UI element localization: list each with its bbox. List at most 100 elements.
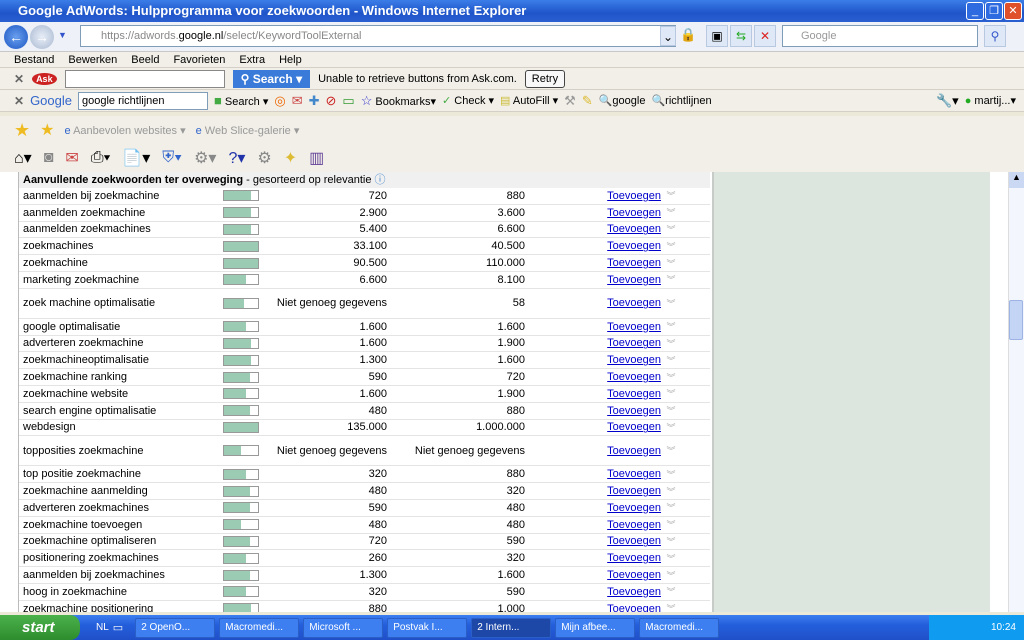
taskbar-item[interactable]: Postvak I... — [387, 617, 468, 638]
close-button[interactable]: ✕ — [1004, 2, 1022, 20]
print-icon[interactable]: ⎙▾ — [91, 149, 111, 167]
add-keyword-link[interactable]: Toevoegen — [525, 405, 661, 417]
taskbar-item[interactable]: Mijn afbee... — [555, 617, 636, 638]
add-keyword-link[interactable]: Toevoegen — [525, 445, 661, 457]
tools-icon[interactable]: ⚒ — [564, 93, 576, 109]
chevron-down-icon[interactable]: ︾ — [661, 468, 681, 481]
chevron-down-icon[interactable]: ︾ — [661, 602, 681, 612]
back-button[interactable]: ← — [4, 25, 28, 49]
add-keyword-link[interactable]: Toevoegen — [525, 321, 661, 333]
start-button[interactable]: start — [0, 615, 80, 640]
chevron-down-icon[interactable]: ︾ — [661, 501, 681, 514]
chevron-down-icon[interactable]: ︾ — [661, 569, 681, 582]
add-keyword-link[interactable]: Toevoegen — [525, 274, 661, 286]
menu-beeld[interactable]: Beeld — [131, 54, 159, 66]
add-keyword-link[interactable]: Toevoegen — [525, 421, 661, 433]
menu-favorieten[interactable]: Favorieten — [173, 54, 225, 66]
find-google-button[interactable]: 🔍google — [599, 94, 646, 107]
add-keyword-link[interactable]: Toevoegen — [525, 502, 661, 514]
wrench-icon[interactable]: 🔧▾ — [936, 93, 959, 109]
help-icon[interactable]: ?▾ — [228, 148, 245, 168]
menu-extra[interactable]: Extra — [239, 54, 265, 66]
add-keyword-link[interactable]: Toevoegen — [525, 297, 661, 309]
popup-blocker-icon[interactable]: ⊘ — [326, 93, 337, 109]
add-keyword-link[interactable]: Toevoegen — [525, 190, 661, 202]
chevron-down-icon[interactable]: ︾ — [661, 518, 681, 531]
url-input[interactable]: https://adwords.google.nl/select/Keyword… — [80, 25, 676, 47]
vertical-scrollbar[interactable]: ▲ — [1008, 172, 1024, 612]
add-keyword-link[interactable]: Toevoegen — [525, 468, 661, 480]
chevron-down-icon[interactable]: ︾ — [661, 223, 681, 236]
menu-bestand[interactable]: Bestand — [14, 54, 54, 66]
chevron-down-icon[interactable]: ︾ — [661, 421, 681, 434]
google-search-input[interactable]: google richtlijnen — [77, 91, 208, 110]
read-mail-icon[interactable]: ✉ — [65, 148, 78, 168]
menu-bewerken[interactable]: Bewerken — [68, 54, 117, 66]
chevron-down-icon[interactable]: ︾ — [661, 320, 681, 333]
chevron-down-icon[interactable]: ︾ — [661, 371, 681, 384]
taskbar-item[interactable]: Macromedi... — [219, 617, 300, 638]
add-favorites-icon[interactable]: ★ — [40, 120, 54, 140]
add-keyword-link[interactable]: Toevoegen — [525, 207, 661, 219]
forward-button[interactable]: → — [30, 25, 54, 49]
add-keyword-link[interactable]: Toevoegen — [525, 519, 661, 531]
retry-button[interactable]: Retry — [524, 69, 566, 88]
ask-logo-icon[interactable]: Ask — [32, 72, 57, 85]
add-keyword-link[interactable]: Toevoegen — [525, 240, 661, 252]
chevron-down-icon[interactable]: ︾ — [661, 444, 681, 457]
taskbar-item[interactable]: 2 OpenO... — [135, 617, 216, 638]
close-toolbar-icon[interactable]: ✕ — [14, 94, 24, 108]
account-button[interactable]: ● martij...▾ — [965, 94, 1024, 107]
url-dropdown-icon[interactable]: ⌄ — [660, 26, 676, 46]
scrollbar-thumb[interactable] — [1009, 300, 1023, 340]
mail-icon[interactable]: ✉ — [292, 93, 303, 109]
add-keyword-link[interactable]: Toevoegen — [525, 552, 661, 564]
chevron-down-icon[interactable]: ︾ — [661, 240, 681, 253]
taskbar-item[interactable]: 2 Intern... — [471, 617, 552, 638]
plus-icon[interactable]: ✚ — [309, 93, 320, 109]
compatibility-icon[interactable]: ▣ — [706, 25, 728, 47]
menu-help[interactable]: Help — [279, 54, 302, 66]
add-keyword-link[interactable]: Toevoegen — [525, 535, 661, 547]
spellcheck-button[interactable]: ✓ Check ▾ — [442, 94, 494, 107]
highlighter-icon[interactable]: ✎ — [582, 93, 593, 109]
refresh-icon[interactable]: ⇆ — [730, 25, 752, 47]
show-desktop-icon[interactable]: ▭ — [113, 621, 123, 634]
add-keyword-link[interactable]: Toevoegen — [525, 354, 661, 366]
add-keyword-link[interactable]: Toevoegen — [525, 337, 661, 349]
home-icon[interactable]: ⌂▾ — [14, 148, 32, 168]
ask-search-button[interactable]: ⚲ Search ▾ — [232, 69, 311, 88]
chevron-down-icon[interactable]: ︾ — [661, 206, 681, 219]
chevron-down-icon[interactable]: ︾ — [661, 535, 681, 548]
bookmarks-button[interactable]: ☆ Bookmarks▾ — [361, 93, 436, 109]
add-keyword-link[interactable]: Toevoegen — [525, 388, 661, 400]
research-icon[interactable]: ✦ — [284, 148, 297, 168]
pagerank-icon[interactable]: ◎ — [274, 93, 285, 109]
search-box[interactable]: Google — [782, 25, 978, 47]
ask-search-input[interactable] — [64, 69, 225, 88]
add-keyword-link[interactable]: Toevoegen — [525, 485, 661, 497]
chevron-down-icon[interactable]: ︾ — [661, 354, 681, 367]
add-keyword-link[interactable]: Toevoegen — [525, 603, 661, 612]
safety-icon[interactable]: ⛨▾ — [162, 149, 182, 167]
chevron-down-icon[interactable]: ︾ — [661, 485, 681, 498]
add-keyword-link[interactable]: Toevoegen — [525, 223, 661, 235]
autofill-button[interactable]: ▤ AutoFill ▾ — [500, 94, 558, 107]
add-keyword-link[interactable]: Toevoegen — [525, 586, 661, 598]
add-keyword-link[interactable]: Toevoegen — [525, 257, 661, 269]
stop-icon[interactable]: ✕ — [754, 25, 776, 47]
taskbar-item[interactable]: Microsoft ... — [303, 617, 384, 638]
history-dropdown-icon[interactable]: ▼ — [58, 30, 67, 40]
close-toolbar-icon[interactable]: ✕ — [14, 72, 24, 86]
chevron-down-icon[interactable]: ︾ — [661, 189, 681, 202]
minimize-button[interactable]: _ — [966, 2, 984, 20]
battery-icon[interactable]: ▭ — [342, 93, 354, 109]
help-icon[interactable]: ⓘ — [375, 174, 386, 186]
chevron-down-icon[interactable]: ︾ — [661, 337, 681, 350]
page-icon[interactable]: 📄▾ — [122, 148, 150, 168]
lock-icon[interactable]: 🔒 — [680, 27, 696, 43]
gear-icon[interactable]: ⚙ — [257, 148, 271, 168]
favorites-item-aanbevolen[interactable]: e Aanbevolen websites ▾ — [64, 124, 185, 137]
chevron-down-icon[interactable]: ︾ — [661, 585, 681, 598]
chevron-down-icon[interactable]: ︾ — [661, 273, 681, 286]
